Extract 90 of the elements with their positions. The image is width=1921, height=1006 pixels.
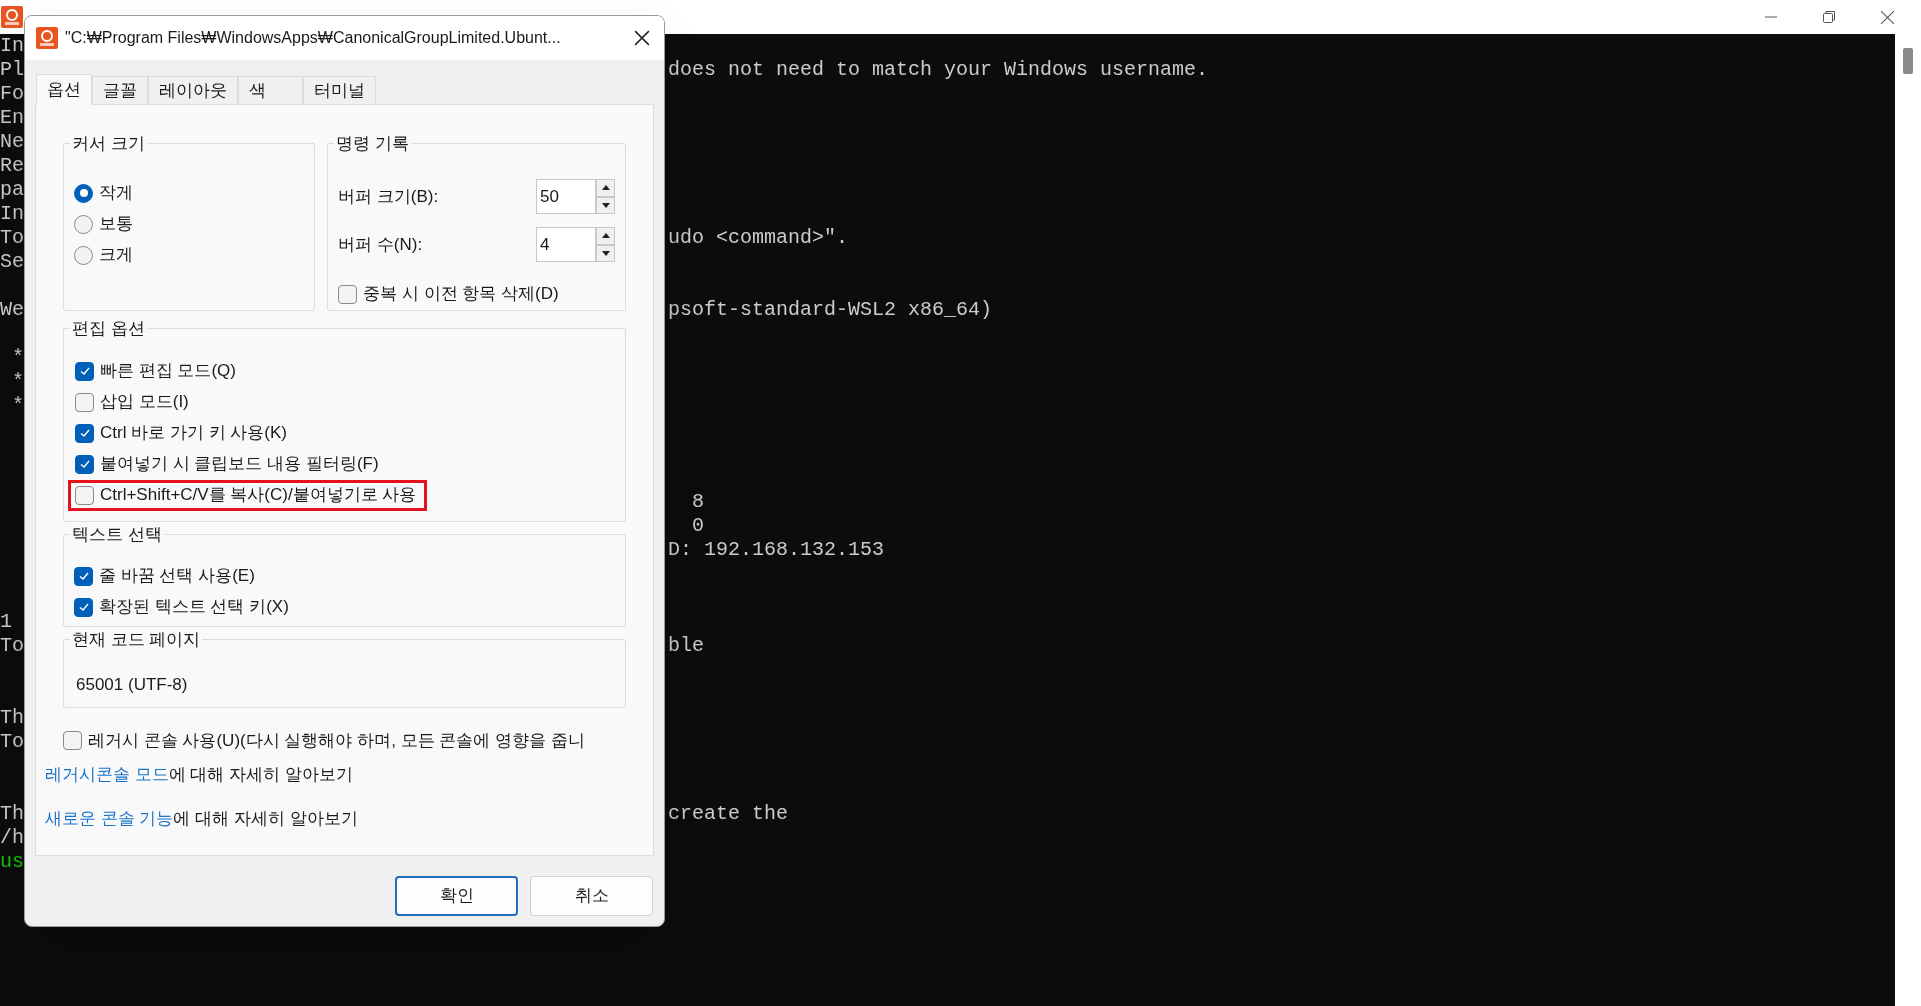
terminal-text: ble	[668, 634, 704, 658]
ok-button[interactable]: 확인	[395, 876, 518, 916]
field-label: 버퍼 수(N):	[338, 233, 423, 256]
terminal-text: Fo	[0, 82, 24, 105]
help-text: 레거시콘솔 모드에 대해 자세히 알아보기	[45, 764, 354, 786]
radio-button[interactable]	[74, 214, 93, 234]
terminal-text: *	[11, 346, 24, 369]
terminal-text: To	[0, 226, 24, 249]
checkbox-label: 빠른 편집 모드(Q)	[100, 360, 236, 383]
terminal-text: udo <command>".	[668, 226, 849, 250]
checkbox-label: 레거시 콘솔 사용(U)(다시 실행해야 하며, 모든 콘솔에 영향을 줍니	[88, 729, 585, 752]
checkbox-label: 삽입 모드(I)	[100, 391, 189, 414]
checkbox-label: 붙여넣기 시 클립보드 내용 필터링(F)	[100, 453, 379, 476]
group-title: 편집 옵션	[72, 319, 145, 338]
terminal-text: psoft-standard-WSL2 x86_64)	[668, 298, 993, 322]
terminal-text: create the	[668, 802, 789, 826]
checkbox[interactable]	[63, 731, 82, 750]
terminal-text: 8	[691, 490, 704, 514]
close-icon[interactable]	[1880, 9, 1895, 25]
radio-button[interactable]	[74, 183, 93, 203]
checkbox[interactable]	[75, 454, 94, 474]
terminal-text: Se	[0, 250, 24, 273]
terminal-text: *	[11, 370, 24, 393]
checkbox-label: Ctrl+Shift+C/V를 복사(C)/붙여넣기로 사용	[100, 484, 417, 507]
code-page-value: 65001 (UTF-8)	[76, 674, 188, 694]
spin-up-button[interactable]	[596, 227, 615, 245]
field-label: 버퍼 크기(B):	[338, 185, 439, 208]
terminal-text: /h	[0, 826, 24, 849]
terminal-text: To	[0, 634, 24, 657]
help-text: 새로운 콘솔 기능에 대해 자세히 알아보기	[45, 807, 359, 830]
terminal-text: Th	[0, 706, 24, 729]
checkmark-icon	[77, 570, 90, 582]
tab[interactable]: 옵션	[36, 74, 92, 105]
app-icon	[35, 26, 59, 50]
terminal-text: *	[11, 394, 24, 417]
terminal-text: pa	[0, 178, 24, 201]
down-arrow-icon	[601, 202, 610, 208]
number-field[interactable]: 4	[536, 227, 596, 262]
group-title: 텍스트 선택	[72, 525, 162, 544]
tab[interactable]: 색	[238, 76, 303, 104]
checkmark-icon	[78, 458, 91, 470]
group-title: 명령 기록	[336, 134, 409, 153]
down-arrow-icon	[601, 250, 610, 256]
help-link[interactable]: 새로운 콘솔 기능	[45, 808, 174, 828]
terminal-text: En	[0, 106, 24, 129]
radio-label: 보통	[99, 213, 133, 236]
terminal-text: does not need to match your Windows username.	[668, 58, 1209, 82]
up-arrow-icon	[601, 233, 610, 239]
cancel-button[interactable]: 취소	[530, 876, 653, 916]
terminal-text: Pl	[0, 58, 24, 81]
checkmark-icon	[77, 601, 90, 613]
radio-button[interactable]	[74, 245, 93, 265]
number-field[interactable]: 50	[536, 179, 596, 214]
checkbox[interactable]	[75, 485, 94, 505]
checkmark-icon	[78, 365, 91, 377]
checkbox-label: 중복 시 이전 항목 삭제(D)	[363, 283, 559, 306]
checkbox-label: Ctrl 바로 가기 키 사용(K)	[100, 422, 287, 445]
terminal-text: In	[0, 34, 24, 57]
checkbox-label: 확장된 텍스트 선택 키(X)	[99, 596, 289, 619]
checkbox[interactable]	[338, 284, 358, 304]
checkbox[interactable]	[74, 597, 93, 617]
radio-label: 작게	[99, 182, 133, 205]
checkmark-icon	[78, 427, 91, 439]
tab[interactable]: 글꼴	[92, 76, 148, 104]
up-arrow-icon	[601, 185, 610, 191]
terminal-text: We	[0, 298, 24, 321]
checkbox[interactable]	[75, 423, 94, 443]
radio-label: 크게	[99, 244, 133, 267]
terminal-text: Ne	[0, 130, 24, 153]
tab[interactable]: 터미널	[303, 76, 376, 104]
group-title: 현재 코드 페이지	[72, 630, 201, 649]
terminal-text: D: 192.168.132.153	[668, 538, 885, 562]
terminal-text: In	[0, 202, 24, 225]
help-link[interactable]: 레거시콘솔 모드	[45, 765, 169, 784]
checkbox[interactable]	[75, 361, 94, 381]
terminal-text: Re	[0, 154, 24, 177]
checkbox[interactable]	[74, 566, 93, 586]
checkbox-label: 줄 바꿈 선택 사용(E)	[99, 565, 255, 588]
terminal-text: To	[0, 730, 24, 753]
terminal-text: 1	[0, 610, 12, 633]
spin-up-button[interactable]	[596, 179, 615, 197]
group-title: 커서 크기	[72, 134, 145, 153]
terminal-text: 0	[691, 514, 704, 538]
terminal-text: Th	[0, 802, 24, 825]
restore-icon[interactable]	[1822, 10, 1836, 24]
terminal-text: us	[0, 850, 24, 873]
checkbox[interactable]	[75, 392, 94, 412]
window-title: "C:₩Program Files₩WindowsApps₩CanonicalGroupLimited.Ubunt...	[65, 28, 562, 48]
close-icon[interactable]	[634, 30, 650, 46]
tab[interactable]: 레이아웃	[148, 76, 238, 104]
